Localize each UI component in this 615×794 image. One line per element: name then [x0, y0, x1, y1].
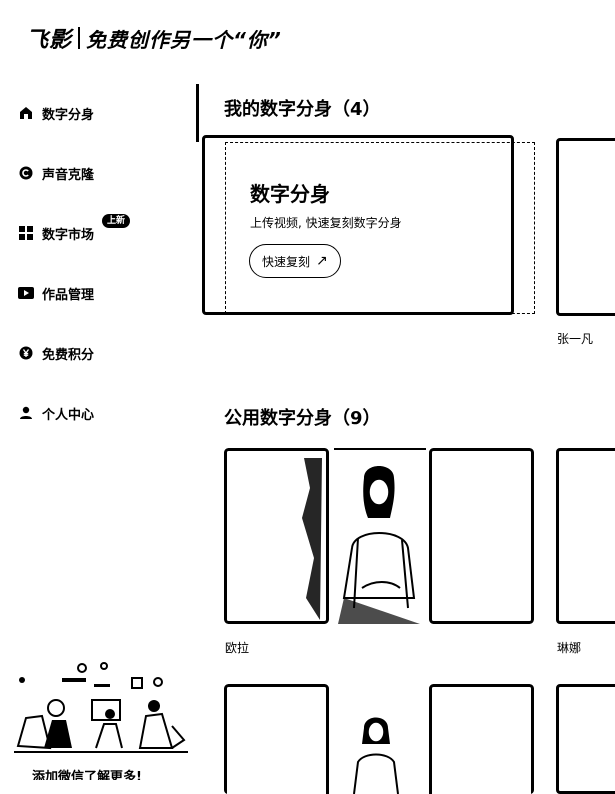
promo-text: 添加微信了解更多! — [32, 766, 142, 780]
create-avatar-card[interactable]: 数字分身 上传视频, 快速复刻数字分身 快速复刻 ↗ — [202, 135, 514, 315]
public-avatar-name: 欧拉 — [225, 639, 249, 656]
active-indicator — [196, 84, 199, 142]
quick-clone-label: 快速复刻 — [262, 253, 310, 270]
sidebar-item-label: 数字分身 — [42, 104, 94, 123]
promo-illustration — [12, 656, 190, 766]
main-content: 我的数字分身（4） 数字分身 上传视频, 快速复刻数字分身 快速复刻 ↗ 张一凡… — [222, 0, 615, 780]
app-logo[interactable]: 飞影 — [26, 22, 72, 54]
public-avatar-card[interactable] — [556, 684, 615, 794]
yen-icon — [18, 345, 34, 361]
copyright-icon — [18, 165, 34, 181]
my-avatar-card[interactable] — [556, 138, 615, 316]
sidebar-item-label: 声音克隆 — [42, 164, 94, 183]
public-avatar-card[interactable] — [224, 684, 534, 794]
sidebar-item-voice-clone[interactable]: 声音克隆 — [18, 160, 94, 186]
grid-icon — [18, 225, 34, 241]
create-card-title: 数字分身 — [250, 178, 330, 207]
sidebar-item-digital-market[interactable]: 数字市场 — [18, 220, 94, 246]
sidebar-item-label: 作品管理 — [42, 284, 94, 303]
play-icon — [18, 285, 34, 301]
sidebar-item-label: 数字市场 — [42, 224, 94, 243]
new-badge: 上新 — [102, 214, 130, 228]
my-avatars-title: 我的数字分身（4） — [224, 95, 381, 121]
avatar-preview — [224, 684, 534, 794]
quick-clone-button[interactable]: 快速复刻 ↗ — [249, 244, 341, 278]
public-avatars-title: 公用数字分身（9） — [224, 404, 381, 430]
create-card-desc: 上传视频, 快速复刻数字分身 — [250, 214, 402, 231]
logo-divider — [78, 27, 80, 49]
sidebar-item-profile[interactable]: 个人中心 — [18, 400, 94, 426]
public-avatar-name: 琳娜 — [557, 639, 581, 656]
sidebar-item-works[interactable]: 作品管理 — [18, 280, 94, 306]
sidebar-item-label: 免费积分 — [42, 344, 94, 363]
sidebar-item-free-points[interactable]: 免费积分 — [18, 340, 94, 366]
sidebar-item-digital-avatar[interactable]: 数字分身 — [18, 100, 94, 126]
avatar-preview — [224, 448, 534, 624]
sidebar-item-label: 个人中心 — [42, 404, 94, 423]
user-icon — [18, 405, 34, 421]
arrow-up-right-icon: ↗ — [316, 253, 328, 269]
public-avatar-card[interactable] — [556, 448, 615, 624]
public-avatar-card[interactable] — [224, 448, 534, 624]
home-icon — [18, 105, 34, 121]
wechat-promo[interactable]: 添加微信了解更多! — [12, 656, 190, 780]
my-avatar-name: 张一凡 — [557, 330, 593, 347]
